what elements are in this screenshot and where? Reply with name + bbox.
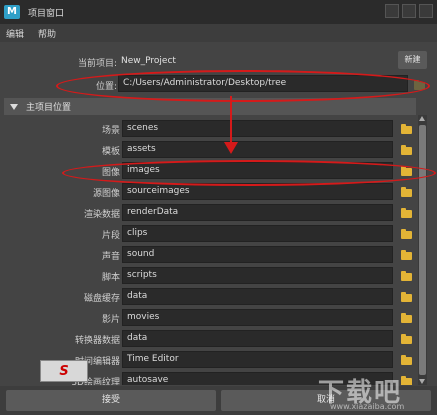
section-header[interactable]: 主项目位置 (4, 98, 416, 115)
row-label: 磁盘缓存 (83, 294, 120, 304)
folder-icon[interactable] (401, 187, 412, 197)
app-logo-icon: M (4, 5, 20, 19)
list-item: 源图像 sourceimages (4, 181, 416, 202)
row-field[interactable]: movies (122, 309, 393, 326)
row-field[interactable]: scenes (122, 120, 393, 137)
window-title: 项目窗口 (28, 8, 65, 19)
scroll-thumb[interactable] (419, 125, 426, 375)
row-label: 影片 (101, 315, 120, 325)
project-header: 当前项目: New_Project 新建 位置: C:/Users/Admini… (0, 42, 437, 94)
row-label: 模板 (101, 147, 120, 157)
folder-icon[interactable] (401, 376, 412, 385)
maximize-icon[interactable] (402, 4, 416, 18)
row-label: 场景 (101, 126, 120, 136)
list-item: 磁盘缓存 data (4, 286, 416, 307)
row-label: 图像 (101, 168, 120, 178)
minimize-icon[interactable] (385, 4, 399, 18)
row-field[interactable]: sound (122, 246, 393, 263)
accept-button[interactable]: 接受 (6, 390, 216, 411)
current-project-value: New_Project (121, 56, 176, 66)
annotation-arrow-line (230, 96, 232, 146)
row-field[interactable]: sourceimages (122, 183, 393, 200)
folder-icon[interactable] (401, 334, 412, 344)
overlay-logo: S (40, 360, 88, 382)
folder-icon[interactable] (401, 292, 412, 302)
close-icon[interactable] (419, 4, 433, 18)
list-item: 脚本 scripts (4, 265, 416, 286)
watermark-url: www.xiazaiba.com (330, 402, 405, 411)
new-project-button[interactable]: 新建 (398, 51, 427, 69)
folder-icon[interactable] (401, 166, 412, 176)
scroll-up-icon[interactable] (419, 116, 425, 121)
row-label: 片段 (101, 231, 120, 241)
annotation-arrow-head (224, 142, 238, 154)
row-label: 渲染数据 (83, 210, 120, 220)
row-field[interactable]: data (122, 288, 393, 305)
menu-edit[interactable]: 编辑 (6, 27, 24, 40)
current-project-label: 当前项目: (77, 59, 117, 69)
folder-icon[interactable] (401, 313, 412, 323)
list-item: 影片 movies (4, 307, 416, 328)
row-label: 脚本 (101, 273, 120, 283)
location-folder-icon[interactable] (414, 80, 425, 90)
list-item: 片段 clips (4, 223, 416, 244)
row-field[interactable]: clips (122, 225, 393, 242)
folder-icon[interactable] (401, 229, 412, 239)
menu-bar: 编辑 帮助 (0, 24, 437, 42)
location-list: 场景 scenes 模板 assets 图像 images 源图像 source… (4, 115, 416, 385)
folder-icon[interactable] (401, 124, 412, 134)
row-field[interactable]: scripts (122, 267, 393, 284)
row-label: 转换器数据 (74, 336, 120, 346)
title-bar: M 项目窗口 (0, 0, 437, 24)
scroll-down-icon[interactable] (419, 379, 425, 384)
folder-icon[interactable] (401, 271, 412, 281)
row-field[interactable]: renderData (122, 204, 393, 221)
logo-letter: S (59, 363, 69, 379)
row-label: 源图像 (92, 189, 120, 199)
list-item: 模板 assets (4, 139, 416, 160)
folder-icon[interactable] (401, 208, 412, 218)
list-item: 渲染数据 renderData (4, 202, 416, 223)
window-controls (385, 4, 433, 18)
row-label: 声音 (101, 252, 120, 262)
row-field[interactable]: assets (122, 141, 393, 158)
section-title: 主项目位置 (26, 103, 72, 113)
vertical-scrollbar[interactable] (418, 115, 427, 385)
list-item: 声音 sound (4, 244, 416, 265)
folder-icon[interactable] (401, 145, 412, 155)
collapse-triangle-icon[interactable] (10, 103, 18, 110)
folder-icon[interactable] (401, 250, 412, 260)
list-item: 转换器数据 data (4, 328, 416, 349)
row-field[interactable]: data (122, 330, 393, 347)
list-item: 场景 scenes (4, 118, 416, 139)
list-item: 图像 images (4, 160, 416, 181)
row-field[interactable]: images (122, 162, 393, 179)
location-label: 位置: (95, 82, 117, 92)
row-field[interactable]: Time Editor (122, 351, 393, 368)
location-field[interactable]: C:/Users/Administrator/Desktop/tree (118, 75, 408, 92)
menu-help[interactable]: 帮助 (38, 27, 56, 40)
folder-icon[interactable] (401, 355, 412, 365)
